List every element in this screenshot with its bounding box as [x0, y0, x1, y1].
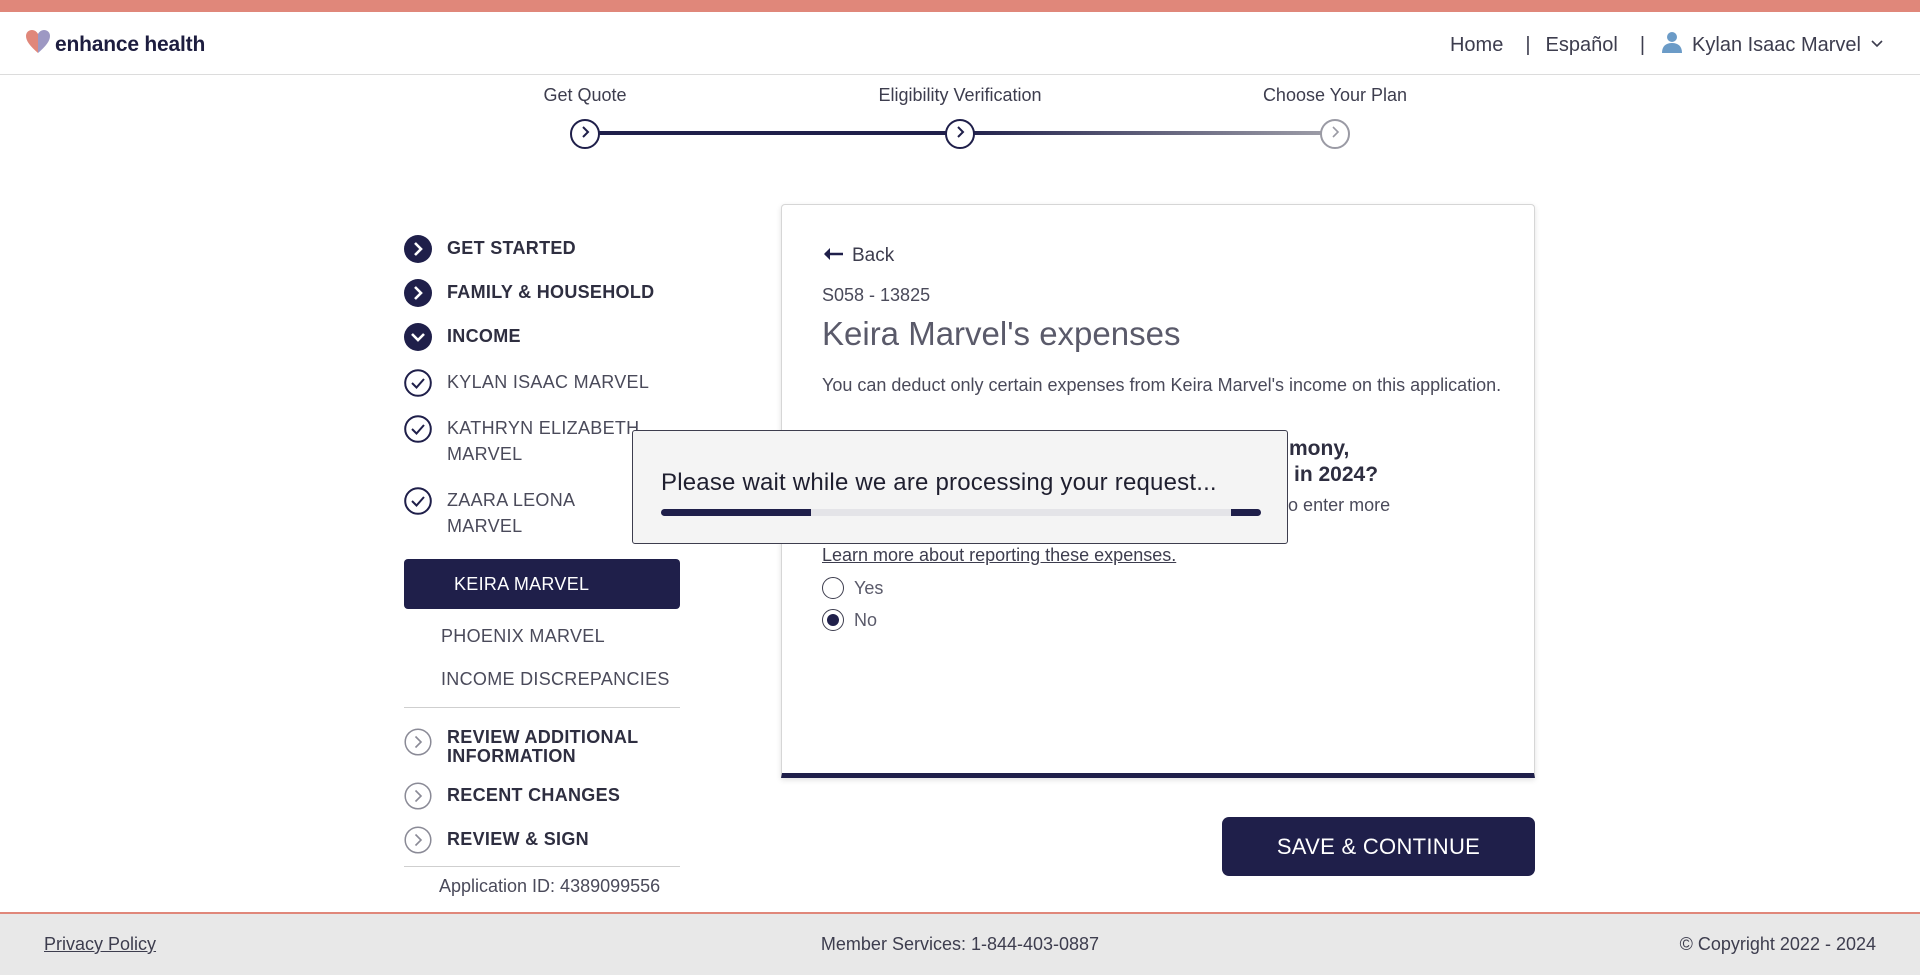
nav-language-link[interactable]: Español [1546, 34, 1618, 57]
chevron-down-circle-icon [404, 323, 432, 351]
check-circle-icon [404, 487, 432, 515]
site-header: enhance health Home | Español | Kylan Is… [0, 12, 1920, 75]
chevron-right-circle-icon [404, 279, 432, 307]
top-accent-stripe [0, 0, 1920, 12]
save-continue-button[interactable]: SAVE & CONTINUE [1222, 817, 1535, 876]
nav-separator: | [1639, 33, 1646, 56]
step-circle-choose-plan[interactable] [1320, 119, 1350, 149]
page-description: You can deduct only certain expenses fro… [822, 375, 1502, 395]
progress-fill-segment [1231, 509, 1261, 516]
progress-fill-segment [661, 509, 811, 516]
privacy-policy-link[interactable]: Privacy Policy [44, 934, 156, 955]
back-link[interactable]: Back [822, 245, 894, 267]
processing-dialog: Please wait while we are processing your… [632, 430, 1288, 544]
learn-more-link[interactable]: Learn more about reporting these expense… [822, 545, 1176, 566]
progress-stepper: Get Quote Eligibility Verification Choos… [0, 75, 1920, 155]
check-circle-icon [404, 415, 432, 443]
sidebar-item-label: KYLAN ISAAC MARVEL [447, 372, 650, 392]
user-avatar-icon [1660, 30, 1684, 60]
member-services: Member Services: 1-844-403-0887 [820, 934, 1100, 954]
heart-logo-icon [25, 29, 51, 60]
sidebar-item-label: ZAARA LEONA MARVEL [447, 490, 575, 536]
step-track-complete [585, 131, 960, 135]
sidebar-item-member-kylan[interactable]: KYLAN ISAAC MARVEL [404, 369, 680, 397]
form-code: S058 - 13825 [822, 285, 931, 305]
step-circle-get-quote[interactable] [570, 119, 600, 149]
chevron-right-icon [578, 125, 592, 144]
chevron-right-circle-outline-icon [404, 728, 432, 756]
top-nav: Home | Español | Kylan Isaac Marvel [1450, 30, 1885, 60]
sidebar-divider [404, 866, 680, 867]
sidebar-item-member-phoenix[interactable]: PHOENIX MARVEL [404, 626, 680, 652]
sidebar-item-label: INCOME [447, 326, 521, 346]
chevron-right-circle-outline-icon [404, 826, 432, 854]
sidebar-item-family-household[interactable]: FAMILY & HOUSEHOLD [404, 279, 680, 307]
application-sidebar: GET STARTED FAMILY & HOUSEHOLD INCOME KY… [404, 230, 680, 867]
user-name: Kylan Isaac Marvel [1692, 33, 1861, 56]
sidebar-item-label: GET STARTED [447, 238, 576, 258]
step-label-get-quote: Get Quote [543, 85, 627, 105]
sidebar-item-label: REVIEW ADDITIONAL INFORMATION [447, 727, 639, 766]
sidebar-item-recent-changes[interactable]: RECENT CHANGES [404, 782, 680, 810]
chevron-right-icon [953, 125, 967, 144]
radio-option-no[interactable]: No [822, 609, 877, 631]
chevron-right-icon [1328, 125, 1342, 144]
arrow-left-icon [822, 245, 844, 267]
copyright-text: © Copyright 2022 - 2024 [1679, 934, 1876, 954]
chevron-down-icon [1869, 34, 1885, 57]
question-text-fragment: in 2024? [1294, 463, 1379, 486]
user-menu[interactable]: Kylan Isaac Marvel [1660, 30, 1885, 60]
sidebar-divider [404, 707, 680, 708]
chevron-right-circle-icon [404, 235, 432, 263]
back-label: Back [852, 245, 895, 266]
sidebar-item-review-sign[interactable]: REVIEW & SIGN [404, 826, 680, 854]
step-label-eligibility-verification: Eligibility Verification [878, 85, 1042, 105]
processing-message: Please wait while we are processing your… [661, 469, 1217, 496]
sidebar-item-income[interactable]: INCOME [404, 323, 680, 351]
step-track-pending [960, 131, 1335, 135]
brand-name: enhance health [55, 32, 206, 56]
sidebar-item-member-keira-active[interactable]: KEIRA MARVEL [404, 559, 680, 609]
nav-separator: | [1525, 33, 1531, 56]
radio-label: No [854, 609, 878, 630]
radio-button[interactable] [822, 577, 844, 599]
step-circle-eligibility[interactable] [945, 119, 975, 149]
nav-home-link[interactable]: Home [1450, 34, 1503, 57]
check-circle-icon [404, 369, 432, 397]
application-id: Application ID: 4389099556 [439, 876, 661, 896]
chevron-right-circle-outline-icon [404, 782, 432, 810]
sidebar-item-label: FAMILY & HOUSEHOLD [447, 282, 655, 302]
radio-option-yes[interactable]: Yes [822, 577, 883, 599]
brand-logo[interactable]: enhance health [25, 29, 205, 60]
sidebar-item-label: RECENT CHANGES [447, 785, 621, 805]
step-label-choose-plan: Choose Your Plan [1262, 85, 1408, 105]
page-title: Keira Marvel's expenses [822, 315, 1181, 352]
site-footer: Member Services: 1-844-403-0887 Privacy … [0, 912, 1920, 975]
sidebar-item-label: REVIEW & SIGN [447, 829, 589, 849]
sidebar-item-get-started[interactable]: GET STARTED [404, 235, 680, 263]
sidebar-item-review-additional[interactable]: REVIEW ADDITIONAL INFORMATION [404, 728, 680, 766]
radio-label: Yes [854, 577, 884, 598]
processing-progress-bar [661, 509, 1261, 516]
radio-button-selected[interactable] [822, 609, 844, 631]
sidebar-item-income-discrepancies[interactable]: INCOME DISCREPANCIES [404, 669, 680, 695]
